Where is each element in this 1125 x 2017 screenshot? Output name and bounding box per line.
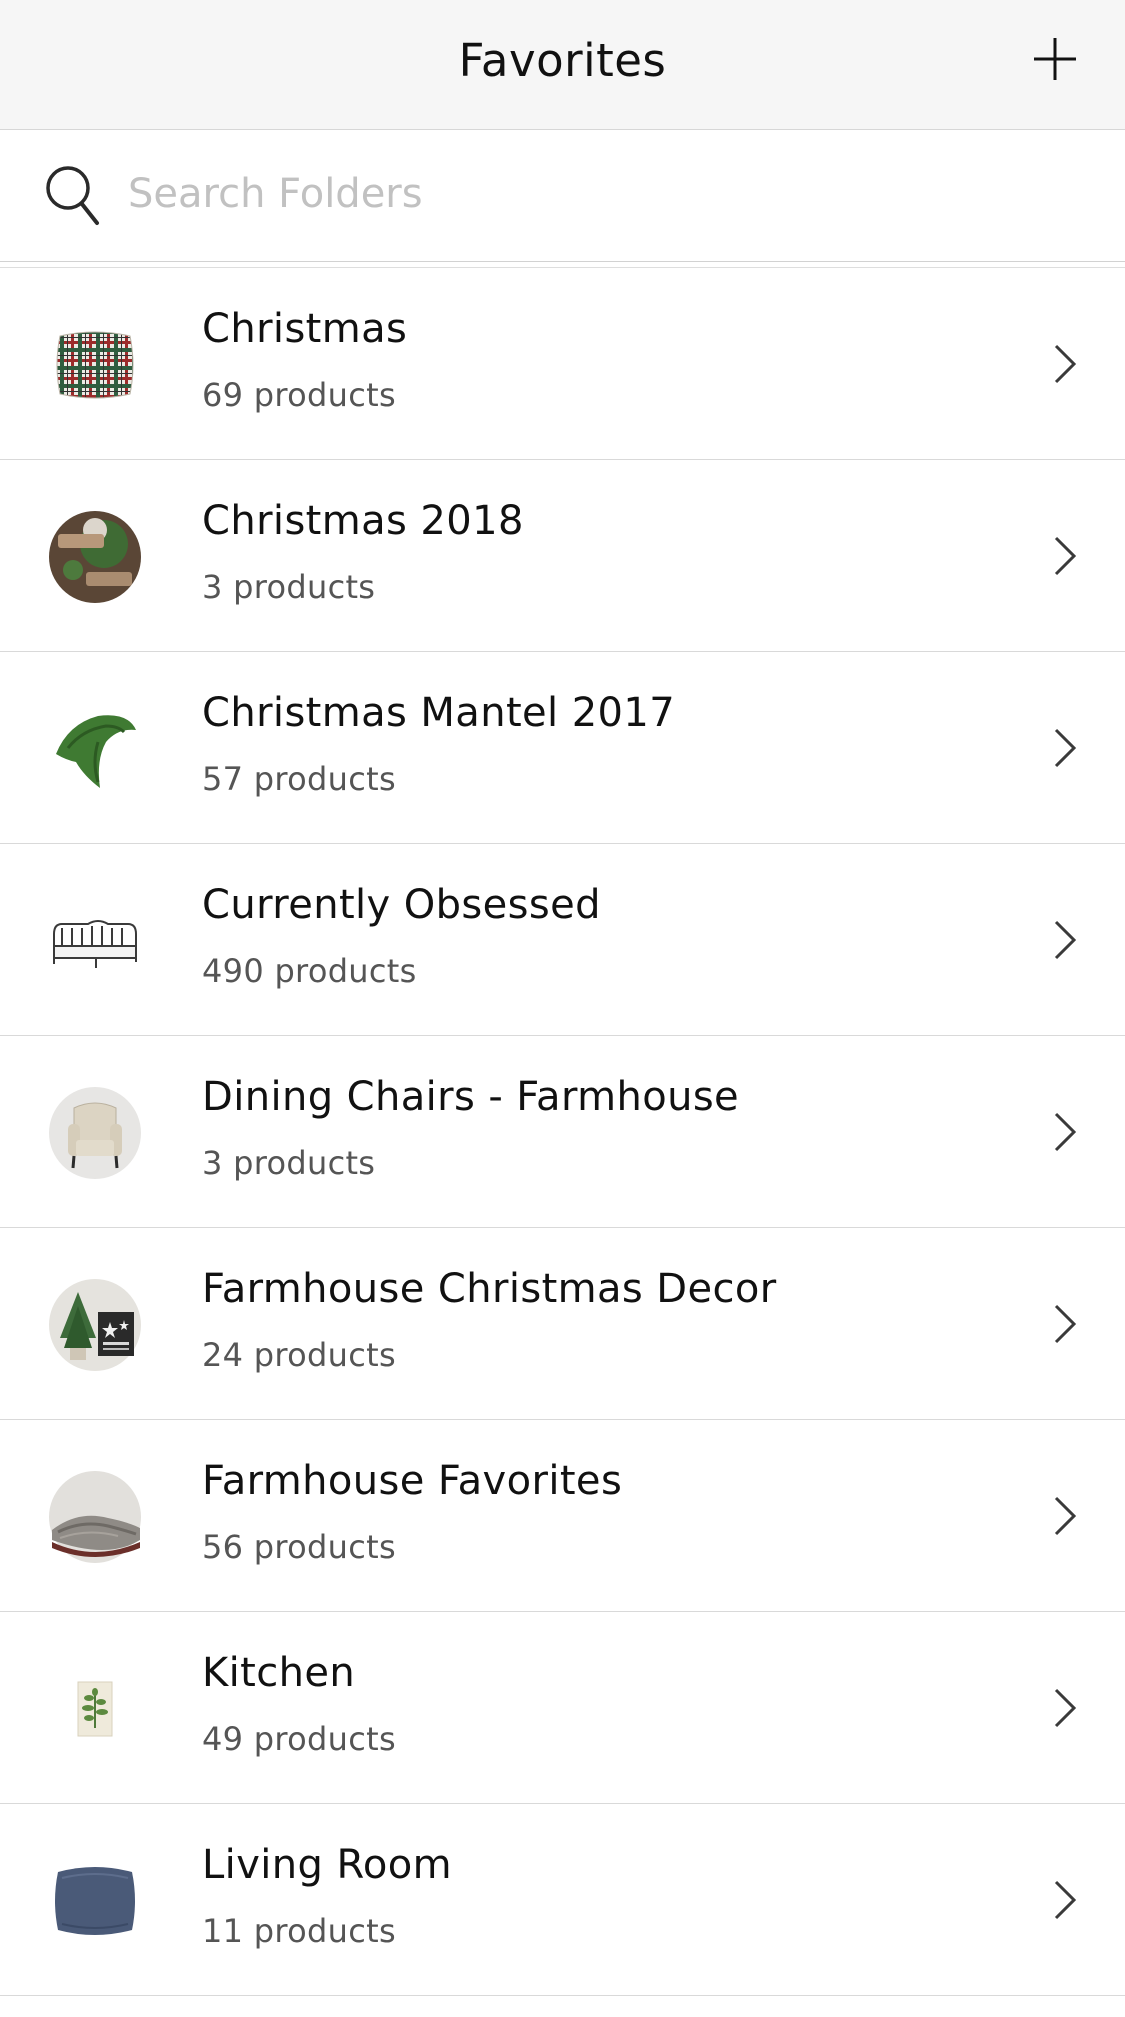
- navigation-bar: Favorites: [0, 0, 1125, 130]
- product-count: 57 products: [202, 760, 396, 798]
- add-folder-button[interactable]: [1030, 34, 1080, 84]
- folder-name: Farmhouse Christmas Decor: [202, 1266, 777, 1312]
- folder-name: Christmas: [202, 306, 408, 352]
- folder-row-christmas-mantel-2017[interactable]: Christmas Mantel 2017 57 products: [0, 652, 1125, 844]
- folder-name: Living Room: [202, 1842, 452, 1888]
- product-count: 49 products: [202, 1720, 396, 1758]
- folder-row-currently-obsessed[interactable]: Currently Obsessed 490 products: [0, 844, 1125, 1036]
- search-icon: [46, 166, 99, 225]
- tree-and-star-sign-thumbnail: [49, 1279, 141, 1371]
- product-count: 69 products: [202, 376, 396, 414]
- folder-name: Christmas Mantel 2017: [202, 690, 676, 736]
- product-count: 3 products: [202, 568, 376, 606]
- folder-row-christmas-2018[interactable]: Christmas 2018 3 products: [0, 460, 1125, 652]
- chevron-right-icon: [1054, 1688, 1077, 1728]
- product-count: 490 products: [202, 952, 417, 990]
- folder-name: Kitchen: [202, 1650, 356, 1696]
- upholstered-chair-thumbnail: [49, 1087, 141, 1179]
- folder-name: Christmas 2018: [202, 498, 524, 544]
- folder-name: Currently Obsessed: [202, 882, 601, 928]
- blue-pillow-thumbnail: [55, 1867, 135, 1935]
- mom-dad-wreath-sign-thumbnail: [49, 511, 141, 603]
- plaid-pillow-thumbnail: [56, 331, 134, 399]
- chevron-right-icon: [1054, 728, 1077, 768]
- folder-list: Christmas 69 products Christmas 2018 3 p…: [0, 268, 1125, 1996]
- folder-row-farmhouse-christmas-decor[interactable]: Farmhouse Christmas Decor 24 products: [0, 1228, 1125, 1420]
- chevron-right-icon: [1054, 920, 1077, 960]
- chevron-right-icon: [1054, 1496, 1077, 1536]
- folder-row-dining-chairs-farmhouse[interactable]: Dining Chairs - Farmhouse 3 products: [0, 1036, 1125, 1228]
- metal-bed-frame-thumbnail: [53, 920, 137, 968]
- search-input[interactable]: [128, 162, 1028, 226]
- chevron-right-icon: [1054, 1304, 1077, 1344]
- chevron-right-icon: [1054, 536, 1077, 576]
- product-count: 11 products: [202, 1912, 396, 1950]
- folder-name: Dining Chairs - Farmhouse: [202, 1074, 740, 1120]
- folder-row-kitchen[interactable]: Kitchen 49 products: [0, 1612, 1125, 1804]
- plus-icon: [1034, 38, 1076, 80]
- folder-row-living-room[interactable]: Living Room 11 products: [0, 1804, 1125, 1996]
- product-count: 56 products: [202, 1528, 396, 1566]
- folder-name: Farmhouse Favorites: [202, 1458, 623, 1504]
- chevron-right-icon: [1054, 1112, 1077, 1152]
- botanical-print-thumbnail: [77, 1681, 113, 1737]
- product-count: 3 products: [202, 1144, 376, 1182]
- knit-throw-blanket-thumbnail: [49, 1471, 141, 1563]
- folder-row-farmhouse-favorites[interactable]: Farmhouse Favorites 56 products: [0, 1420, 1125, 1612]
- product-count: 24 products: [202, 1336, 396, 1374]
- folder-row-christmas[interactable]: Christmas 69 products: [0, 268, 1125, 460]
- page-title: Favorites: [458, 34, 667, 87]
- greenery-garland-thumbnail: [56, 715, 136, 788]
- chevron-right-icon: [1054, 1880, 1077, 1920]
- chevron-right-icon: [1054, 344, 1077, 384]
